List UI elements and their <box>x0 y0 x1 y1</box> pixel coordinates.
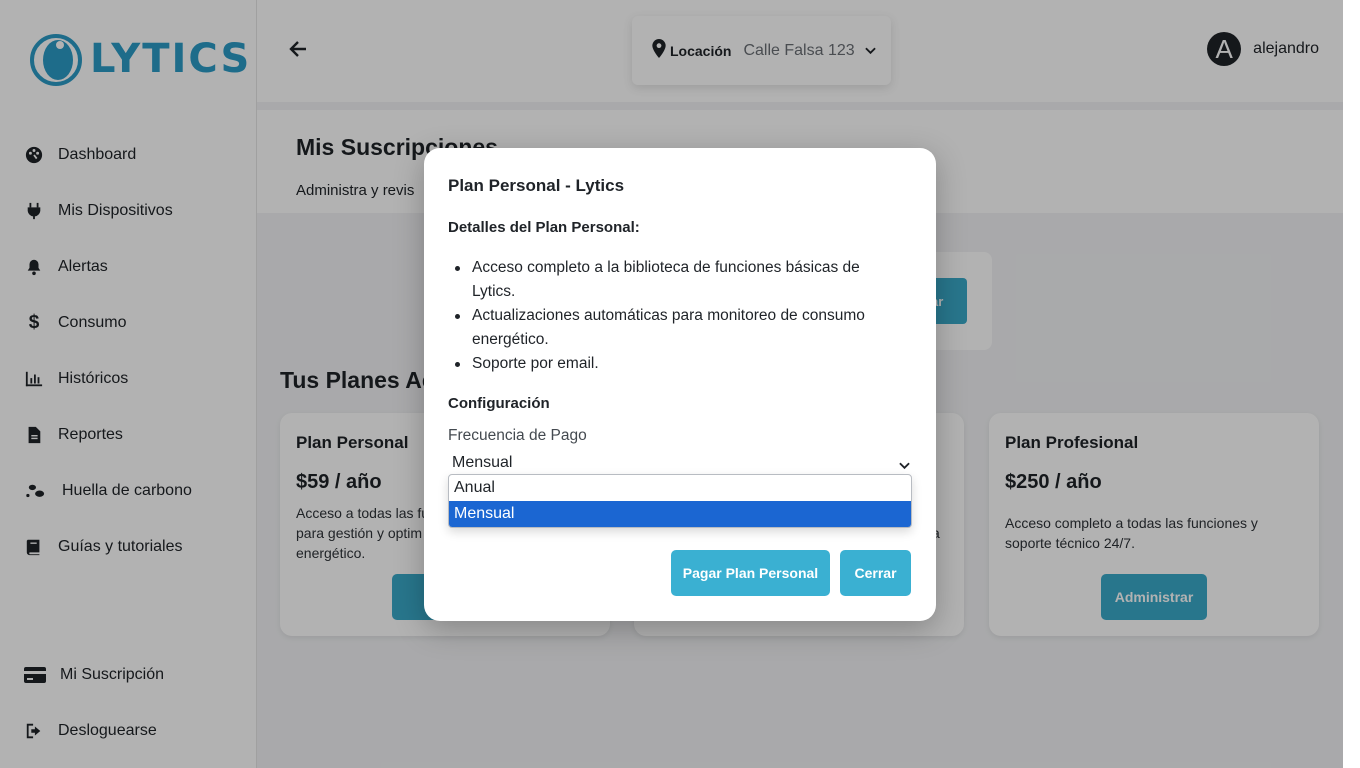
details-heading: Detalles del Plan Personal: <box>448 219 640 236</box>
modal-title: Plan Personal - Lytics <box>448 176 625 195</box>
frequency-value: Mensual <box>452 454 513 471</box>
list-item: Acceso completo a la biblioteca de funci… <box>448 256 898 304</box>
frequency-select[interactable]: Mensual <box>448 451 912 475</box>
frequency-label: Frecuencia de Pago <box>448 427 587 444</box>
frequency-dropdown: Anual Mensual <box>448 474 912 528</box>
list-item: Soporte por email. <box>448 352 898 376</box>
option-anual[interactable]: Anual <box>449 475 911 501</box>
close-button[interactable]: Cerrar <box>840 550 911 596</box>
plan-modal: Plan Personal - Lytics Detalles del Plan… <box>424 148 936 621</box>
option-mensual[interactable]: Mensual <box>449 501 911 527</box>
list-item: Actualizaciones automáticas para monitor… <box>448 304 898 352</box>
features-list: Acceso completo a la biblioteca de funci… <box>448 256 898 376</box>
pay-plan-button[interactable]: Pagar Plan Personal <box>671 550 830 596</box>
chevron-down-icon <box>899 457 910 475</box>
config-heading: Configuración <box>448 395 550 412</box>
scrollbar[interactable] <box>1343 0 1360 768</box>
